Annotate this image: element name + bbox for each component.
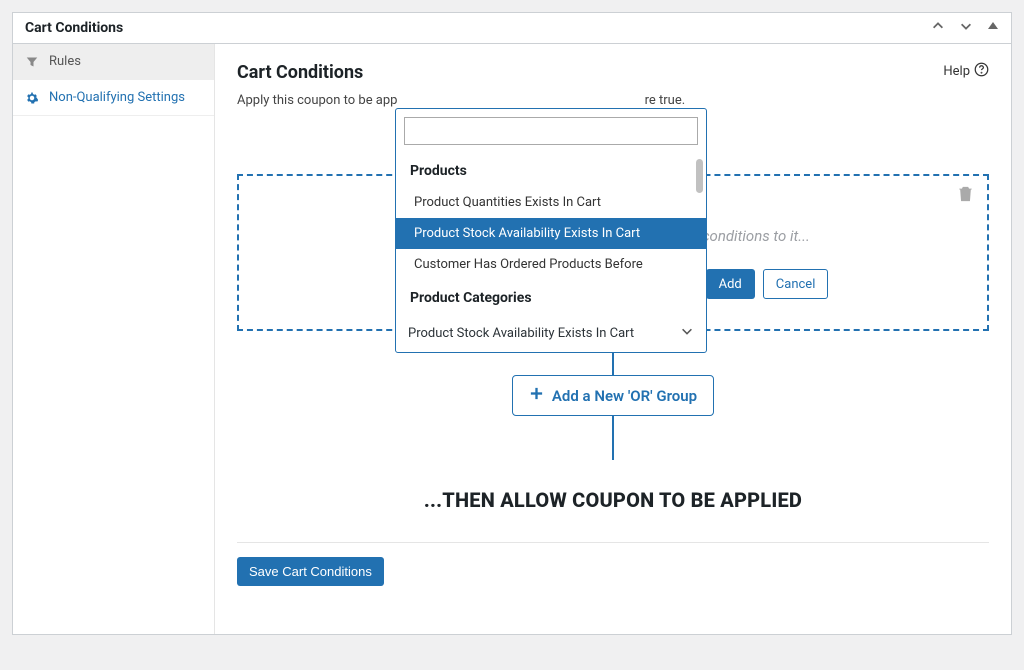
gear-icon [25, 92, 39, 104]
sidebar-item-label: Non-Qualifying Settings [49, 90, 185, 105]
panel-header-controls [931, 19, 999, 37]
dropdown-selected-text: Product Stock Availability Exists In Car… [408, 326, 634, 341]
chevron-down-icon [680, 324, 694, 342]
dropdown-list: Products Product Quantities Exists In Ca… [396, 153, 706, 318]
save-button[interactable]: Save Cart Conditions [237, 557, 384, 586]
plus-icon [529, 386, 544, 405]
page-heading: Cart Conditions [237, 62, 363, 83]
condition-type-dropdown: Products Product Quantities Exists In Ca… [395, 108, 707, 353]
chevron-up-icon[interactable] [931, 19, 945, 37]
dropdown-option[interactable]: Customer Has Ordered Products Before [396, 249, 706, 280]
trash-icon[interactable] [958, 186, 973, 206]
sidebar: Rules Non-Qualifying Settings [13, 44, 215, 634]
sidebar-item-label: Rules [49, 54, 81, 69]
dropdown-option[interactable]: Product Stock Availability Exists In Car… [396, 218, 706, 249]
sidebar-item-non-qualifying-settings[interactable]: Non-Qualifying Settings [13, 80, 214, 116]
dropdown-group-product-categories: Product Categories [396, 280, 706, 314]
dropdown-selected-indicator[interactable]: Product Stock Availability Exists In Car… [396, 318, 706, 352]
collapse-triangle-icon[interactable] [987, 19, 999, 37]
panel-body: Rules Non-Qualifying Settings Cart Condi… [13, 44, 1011, 634]
description: Apply this coupon to be applied only whe… [237, 93, 989, 108]
main-content: Cart Conditions Help Apply this coupon t… [215, 44, 1011, 634]
chevron-down-icon[interactable] [959, 19, 973, 37]
dropdown-option[interactable]: Product Quantities Exists In Cart [396, 187, 706, 218]
or-button-label: Add a New 'OR' Group [552, 387, 697, 405]
then-allow-text: ...THEN ALLOW COUPON TO BE APPLIED [237, 488, 989, 512]
connector-line [612, 416, 614, 460]
help-link[interactable]: Help [943, 62, 989, 81]
panel-title: Cart Conditions [25, 20, 123, 36]
scrollbar-thumb[interactable] [696, 159, 703, 193]
dropdown-group-products: Products [396, 153, 706, 187]
footer: Save Cart Conditions [237, 542, 989, 586]
dropdown-search-input[interactable] [404, 117, 698, 145]
cancel-button[interactable]: Cancel [763, 269, 829, 299]
cart-conditions-panel: Cart Conditions Rules [12, 12, 1012, 635]
sidebar-item-rules[interactable]: Rules [13, 44, 214, 80]
help-label: Help [943, 64, 970, 79]
add-or-group-button[interactable]: Add a New 'OR' Group [512, 375, 714, 416]
filter-icon [25, 56, 39, 68]
add-button[interactable]: Add [706, 269, 755, 299]
title-row: Cart Conditions Help [237, 62, 989, 83]
panel-header: Cart Conditions [13, 13, 1011, 44]
help-icon [974, 62, 989, 81]
